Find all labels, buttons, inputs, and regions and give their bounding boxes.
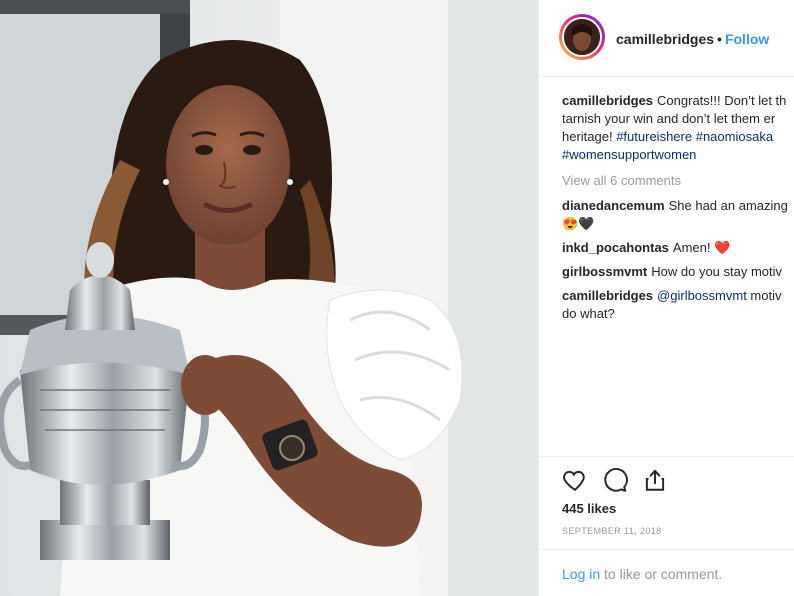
comment-text: Amen! ❤️ [672, 240, 731, 255]
comment-username[interactable]: camillebridges [562, 288, 653, 303]
comment-item: inkd_pocahontas Amen! ❤️ [562, 239, 794, 257]
caption-line-3: heritage! #futureishere #naomiosaka [562, 128, 794, 146]
post-sidebar: camillebridges • Follow camillebridges Cong… [538, 0, 794, 596]
comment-username[interactable]: inkd_pocahontas [562, 240, 669, 255]
story-ring[interactable] [559, 14, 605, 60]
hashtag-futureishere[interactable]: #futureishere [616, 129, 692, 144]
post-image [0, 0, 538, 596]
caption-text-1: Congrats!!! Don’t let th [657, 93, 787, 108]
login-bar: Log in to like or comment. [539, 549, 794, 596]
caption-text-3: heritage! [562, 129, 617, 144]
comment-icon[interactable] [602, 467, 628, 493]
comment-text: motiv [746, 288, 782, 303]
post-photo[interactable] [0, 0, 538, 596]
comment-text: How do you stay motiv [651, 264, 783, 279]
comment-text-2: do what? [562, 306, 615, 321]
follow-button[interactable]: Follow [725, 31, 769, 47]
caption-line-1: camillebridges Congrats!!! Don’t let th [562, 92, 794, 110]
username-link[interactable]: camillebridges [616, 31, 714, 47]
login-rest-text: to like or comment. [600, 566, 723, 582]
comment-mention[interactable]: @girlbossmvmt [657, 288, 747, 303]
heart-icon[interactable] [562, 467, 588, 493]
comment-item: girlbossmvmt How do you stay motiv [562, 263, 794, 281]
login-prompt: Log in to like or comment. [562, 566, 722, 582]
comment-text-2: 😍🖤 [562, 216, 595, 231]
action-bar [539, 456, 794, 492]
login-link[interactable]: Log in [562, 566, 600, 582]
comment-username[interactable]: dianedancemum [562, 198, 665, 213]
comment-item: dianedancemum She had an amazing 😍🖤 [562, 197, 794, 233]
likes-count[interactable]: 445 likes [562, 501, 616, 516]
avatar[interactable] [562, 17, 602, 57]
header-user-line: camillebridges • Follow [616, 31, 769, 47]
hashtag-womensupportwomen[interactable]: #womensupportwomen [562, 147, 696, 162]
hashtag-naomiosaka[interactable]: #naomiosaka [696, 129, 773, 144]
post-date: SEPTEMBER 11, 2018 [562, 526, 662, 536]
comment-item: camillebridges @girlbossmvmt motiv do wha… [562, 287, 794, 323]
caption-username[interactable]: camillebridges [562, 93, 653, 108]
avatar-image [564, 19, 600, 55]
caption-line-2: tarnish your win and don’t let them er [562, 111, 776, 126]
post-header: camillebridges • Follow [539, 0, 794, 77]
share-icon[interactable] [642, 467, 668, 493]
separator-dot: • [717, 31, 722, 47]
comment-text: She had an amazing [668, 198, 788, 213]
caption: camillebridges Congrats!!! Don’t let th t… [562, 92, 794, 164]
caption-line-4: #womensupportwomen [562, 146, 794, 164]
comments-section: camillebridges Congrats!!! Don’t let th t… [562, 92, 794, 329]
comment-username[interactable]: girlbossmvmt [562, 264, 647, 279]
view-all-comments-link[interactable]: View all 6 comments [562, 172, 794, 190]
